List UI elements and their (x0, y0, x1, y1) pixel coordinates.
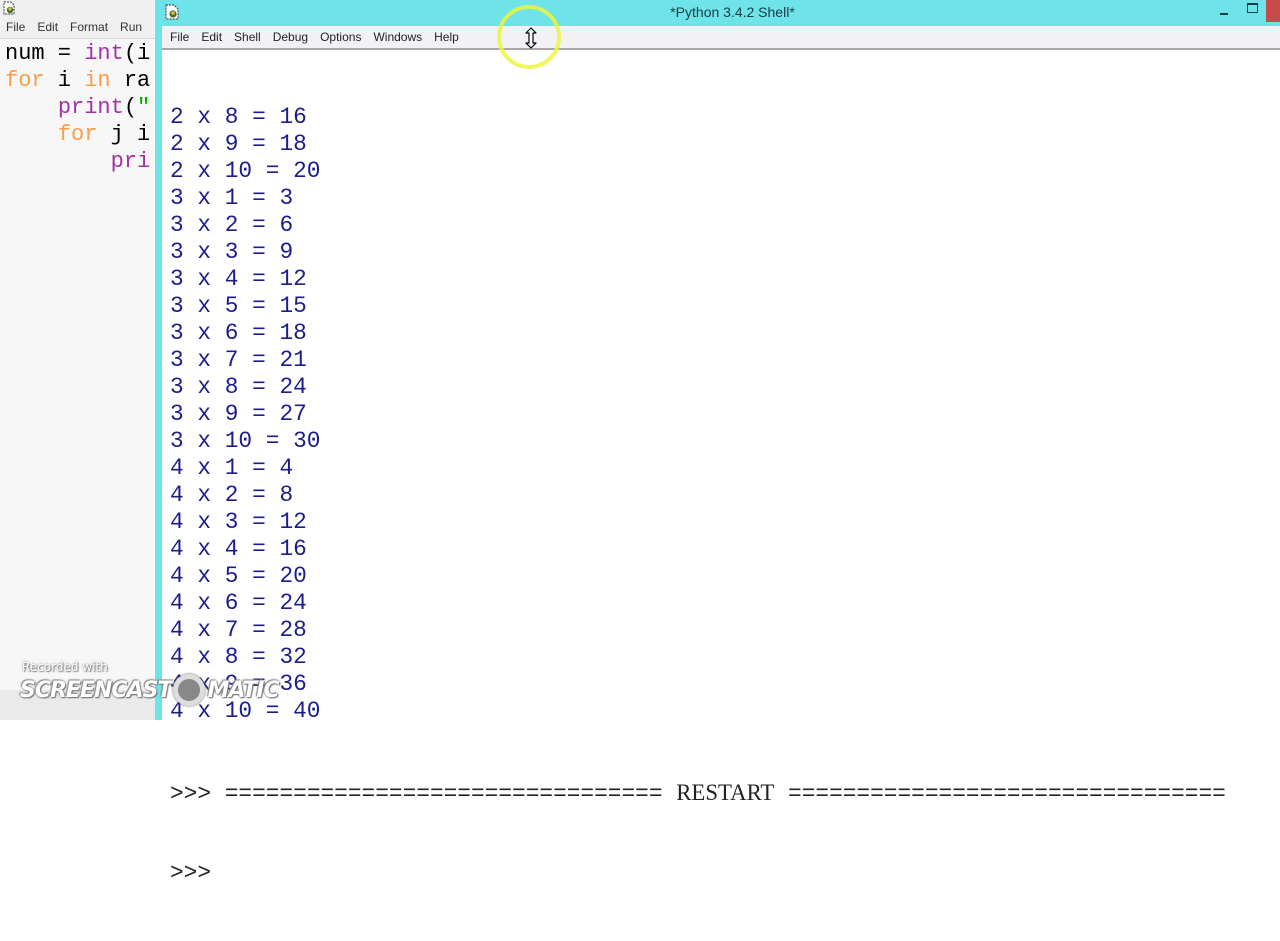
restart-line: >>> ================================ RES… (170, 779, 1226, 807)
editor-titlebar[interactable] (0, 0, 160, 16)
shell-menu-debug[interactable]: Debug (267, 30, 314, 44)
output-line: 4 x 4 = 16 (170, 536, 307, 562)
output-line: 3 x 8 = 24 (170, 374, 307, 400)
shell-menu-shell[interactable]: Shell (228, 30, 267, 44)
output-line: 4 x 8 = 32 (170, 644, 307, 670)
shell-menu-file[interactable]: File (162, 30, 195, 44)
output-line: 3 x 3 = 9 (170, 239, 294, 265)
output-line: 4 x 2 = 8 (170, 482, 294, 508)
output-line: 3 x 9 = 27 (170, 401, 307, 427)
output-line: 4 x 3 = 12 (170, 509, 307, 535)
code-token: for (5, 68, 45, 93)
shell-prompt: >>> (170, 860, 225, 886)
output-line: 4 x 6 = 24 (170, 590, 307, 616)
output-line: 3 x 2 = 6 (170, 212, 294, 238)
code-token: print (57, 95, 124, 120)
code-line: for i in ra (5, 67, 150, 94)
output-line: 4 x 7 = 28 (170, 617, 307, 643)
editor-menubar: File Edit Format Run (0, 16, 160, 39)
input-prompt-line[interactable]: >>> (170, 860, 1226, 887)
code-token: i (44, 68, 85, 93)
editor-status-area (0, 690, 160, 720)
editor-menu-format[interactable]: Format (64, 20, 114, 34)
code-token: " (137, 95, 151, 120)
code-token: pri (110, 149, 151, 174)
window-controls (1210, 0, 1280, 22)
output-line: 4 x 10 = 40 (170, 698, 321, 724)
shell-menu-edit[interactable]: Edit (195, 30, 228, 44)
code-token: (i (123, 41, 151, 66)
shell-titlebar[interactable]: *Python 3.4.2 Shell* (155, 0, 1280, 26)
output-line: 3 x 10 = 30 (170, 428, 321, 454)
restart-rule-right: ================================ (788, 781, 1226, 807)
restart-prompt: >>> (170, 781, 225, 807)
code-token: j i (97, 122, 151, 147)
close-button[interactable] (1266, 0, 1280, 22)
shell-output[interactable]: 2 x 8 = 16 2 x 9 = 18 2 x 10 = 20 3 x 1 = 3… (170, 50, 1226, 941)
output-line: 2 x 8 = 16 (170, 104, 307, 130)
editor-menu-edit[interactable]: Edit (31, 20, 64, 34)
code-token: ra (110, 68, 151, 93)
output-line: 3 x 4 = 12 (170, 266, 307, 292)
code-token: ( (123, 95, 138, 120)
shell-window[interactable]: *Python 3.4.2 Shell* File Edit Shell Debug O… (155, 0, 1280, 886)
code-line: num = int(i (5, 40, 150, 67)
shell-menu-help[interactable]: Help (428, 30, 465, 44)
minimize-button[interactable] (1210, 0, 1238, 22)
code-token: in (84, 68, 111, 93)
maximize-icon (1246, 3, 1258, 13)
code-line: print(" (5, 94, 150, 121)
code-token: int (84, 41, 124, 66)
code-line: for j i (5, 121, 150, 148)
output-line: 3 x 1 = 3 (170, 185, 294, 211)
code-token: num = (5, 41, 85, 66)
maximize-button[interactable] (1238, 0, 1266, 22)
editor-menu-file[interactable]: File (0, 20, 31, 34)
shell-client-area: File Edit Shell Debug Options Windows Help 2 x… (162, 26, 1280, 886)
output-line: 4 x 5 = 20 (170, 563, 307, 589)
minimize-icon (1220, 13, 1228, 15)
output-line: 2 x 9 = 18 (170, 131, 307, 157)
shell-menubar: File Edit Shell Debug Options Windows Help (162, 26, 1280, 50)
code-line: pri (5, 148, 151, 175)
editor-code-area[interactable]: num = int(i for i in ra print(" for j i p… (5, 40, 150, 175)
restart-rule-left: ================================ (224, 781, 663, 807)
shell-menu-options[interactable]: Options (314, 30, 367, 44)
python-file-icon (3, 1, 15, 20)
editor-menu-run[interactable]: Run (114, 20, 148, 34)
editor-window[interactable]: File Edit Format Run num = int(i for i in ra… (0, 0, 160, 720)
window-title: *Python 3.4.2 Shell* (670, 4, 795, 20)
output-line: 3 x 5 = 15 (170, 293, 307, 319)
output-line: 4 x 1 = 4 (170, 455, 294, 481)
output-line: 2 x 10 = 20 (170, 158, 321, 184)
shell-menu-windows[interactable]: Windows (367, 30, 428, 44)
output-line: 3 x 7 = 21 (170, 347, 307, 373)
output-line: 4 x 9 = 36 (170, 671, 307, 697)
code-token: for (57, 122, 98, 147)
output-line: 3 x 6 = 18 (170, 320, 307, 346)
restart-label: RESTART (676, 780, 775, 805)
